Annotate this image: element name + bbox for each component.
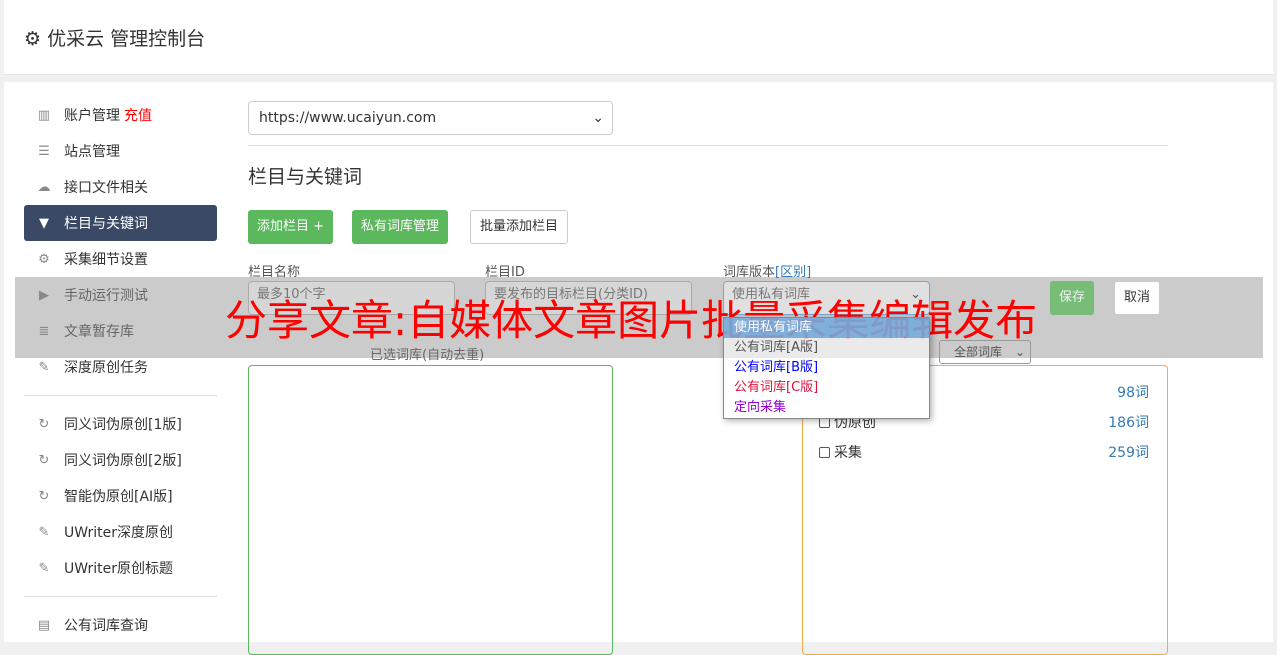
database-icon: ≣ — [38, 323, 50, 339]
refresh-icon: ↻ — [38, 416, 50, 432]
sidebar-item-columns[interactable]: ▼ 栏目与关键词 — [24, 205, 217, 241]
chevron-down-icon: ⌄ — [592, 110, 604, 126]
version-dropdown: 使用私有词库 公有词库[A版] 公有词库[B版] 公有词库[C版] 定向采集 — [723, 317, 930, 419]
filter-icon: ▼ — [39, 215, 49, 231]
cancel-button[interactable]: 取消 — [1114, 281, 1161, 315]
bar-chart-icon: ▥ — [37, 107, 51, 123]
sidebar-item-public-lib[interactable]: ▤ 公有词库查询 — [24, 607, 217, 643]
page-title: 栏目与关键词 — [248, 166, 363, 188]
edit-icon: ✎ — [38, 560, 50, 576]
dropdown-option[interactable]: 定向采集 — [724, 398, 929, 418]
difference-link[interactable]: [区别] — [775, 265, 811, 280]
sidebar-item-article-store[interactable]: ≣ 文章暂存库 — [24, 313, 217, 349]
server-icon: ☰ — [38, 143, 50, 159]
edit-icon: ✎ — [38, 524, 50, 540]
selected-library-label: 已选词库(自动去重) — [370, 348, 485, 363]
main-panel: ▥ 账户管理 充值 ☰ 站点管理 ☁ 接口文件相关 ▼ 栏目与关键词 ⚙ 采集细节设置 ▶ 手… — [4, 82, 1273, 655]
sidebar-item-collect-settings[interactable]: ⚙ 采集细节设置 — [24, 241, 217, 277]
dropdown-option[interactable]: 公有词库[C版] — [724, 378, 929, 398]
sidebar-item-synonym-1[interactable]: ↻ 同义词伪原创[1版] — [24, 406, 217, 442]
private-library-button[interactable]: 私有词库管理 — [352, 210, 449, 244]
sidebar-item-deep-original[interactable]: ✎ 深度原创任务 — [24, 349, 217, 385]
dropdown-option[interactable]: 使用私有词库 — [724, 318, 929, 338]
sidebar-item-interface[interactable]: ☁ 接口文件相关 — [24, 169, 217, 205]
batch-add-button[interactable]: 批量添加栏目 — [470, 210, 569, 244]
add-column-button[interactable]: 添加栏目 + — [248, 210, 334, 244]
column-name-label: 栏目名称 — [248, 265, 301, 280]
sidebar-item-ai[interactable]: ↻ 智能伪原创[AI版] — [24, 478, 217, 514]
divider — [248, 145, 1168, 146]
sidebar-item-sites[interactable]: ☰ 站点管理 — [24, 133, 217, 169]
divider — [24, 596, 217, 597]
checkbox[interactable] — [819, 447, 830, 458]
gears-icon: ⚙ — [38, 251, 50, 267]
save-button[interactable]: 保存 — [1050, 281, 1095, 315]
divider — [24, 395, 217, 396]
sidebar-item-uwriter-title[interactable]: ✎ UWriter原创标题 — [24, 550, 217, 586]
library-item[interactable]: 采集 259词 — [819, 442, 1149, 462]
refresh-icon: ↻ — [38, 452, 50, 468]
version-label: 词库版本[区别] — [723, 265, 812, 280]
recharge-link[interactable]: 充值 — [124, 105, 152, 125]
cloud-upload-icon: ☁ — [37, 179, 51, 195]
app-title: ⚙ 优采云 管理控制台 — [24, 28, 206, 50]
sidebar: ▥ 账户管理 充值 ☰ 站点管理 ☁ 接口文件相关 ▼ 栏目与关键词 ⚙ 采集细节设置 ▶ 手… — [24, 97, 217, 643]
dropdown-option[interactable]: 公有词库[B版] — [724, 358, 929, 378]
edit-icon: ✎ — [38, 359, 50, 375]
column-id-label: 栏目ID — [485, 265, 525, 280]
selected-library-box[interactable] — [248, 365, 613, 655]
dropdown-option[interactable]: 公有词库[A版] — [724, 338, 929, 358]
header: ⚙ 优采云 管理控制台 — [4, 0, 1273, 75]
play-circle-icon: ▶ — [39, 287, 49, 303]
sidebar-item-synonym-2[interactable]: ↻ 同义词伪原创[2版] — [24, 442, 217, 478]
site-select[interactable]: https://www.ucaiyun.com ⌄ — [248, 101, 613, 135]
gear-icon: ⚙ — [24, 28, 42, 50]
sidebar-item-manual-test[interactable]: ▶ 手动运行测试 — [24, 277, 217, 313]
sidebar-item-uwriter[interactable]: ✎ UWriter深度原创 — [24, 514, 217, 550]
sidebar-item-account[interactable]: ▥ 账户管理 充值 — [24, 97, 217, 133]
book-icon: ▤ — [37, 617, 51, 633]
refresh-icon: ↻ — [38, 488, 50, 504]
